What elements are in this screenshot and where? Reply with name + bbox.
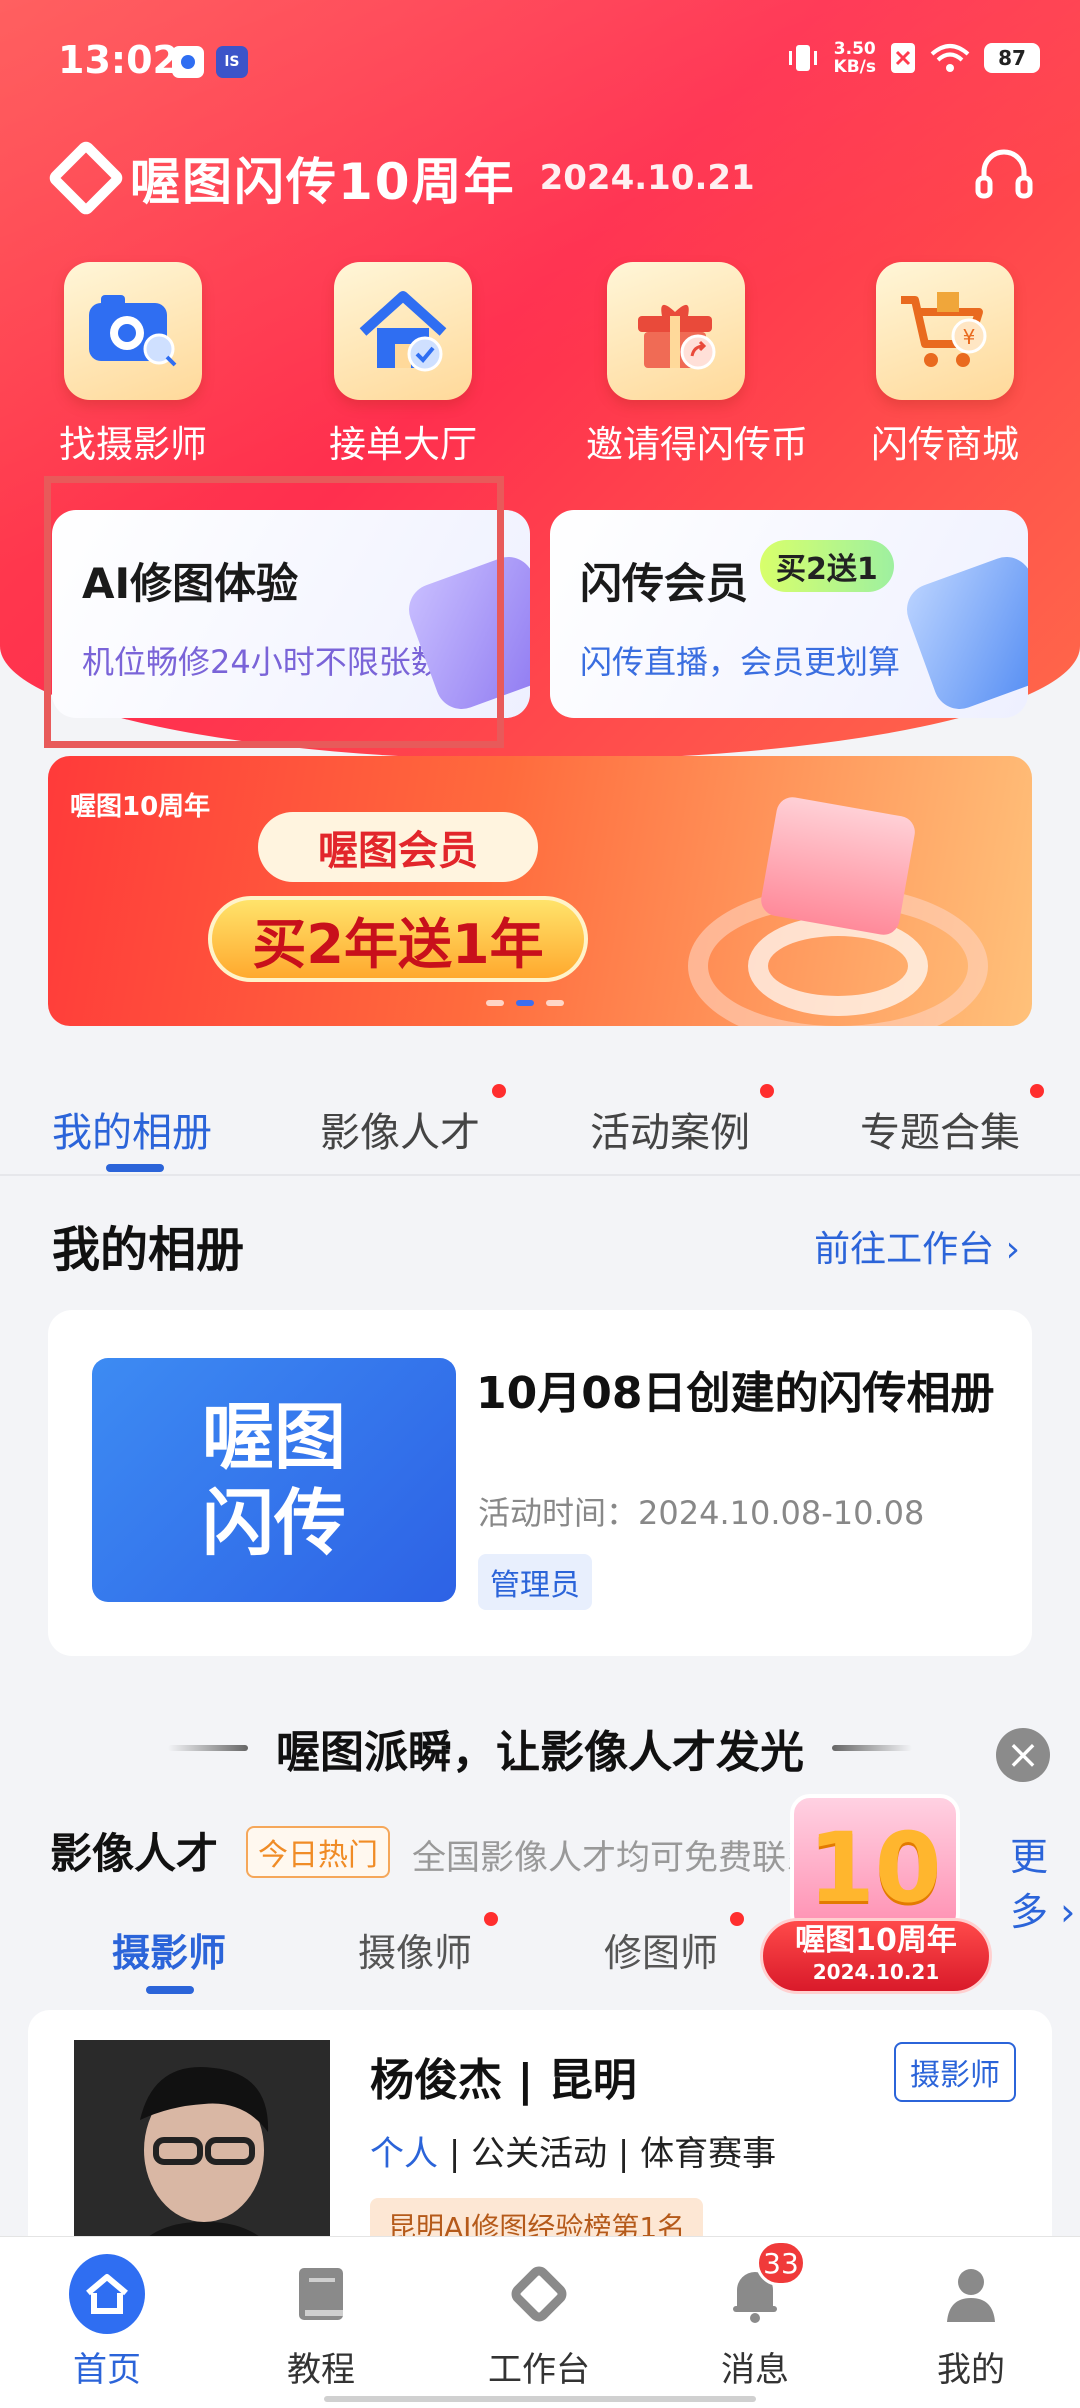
banner-brand: 喔图10周年	[70, 792, 211, 822]
banner-offer: 买2年送1年	[208, 896, 588, 982]
network-speed: 3.50 KB/s	[833, 39, 876, 77]
gift-number: 10	[808, 1812, 942, 1924]
promo-banner[interactable]: 喔图10周年 喔图会员 买2年送1年	[48, 756, 1032, 1026]
unread-dot	[484, 1912, 498, 1926]
app-notification-icon	[172, 46, 204, 78]
talent-name: 杨俊杰 | 昆明	[370, 2055, 637, 2106]
quick-action-find-photographer[interactable]: 找摄影师	[58, 262, 208, 468]
status-time: 13:02	[58, 38, 179, 82]
unread-dot	[492, 1084, 506, 1098]
brand-logo-icon	[46, 138, 126, 218]
quick-action-invite[interactable]: 邀请得闪传币	[586, 262, 808, 468]
home-indicator	[324, 2396, 756, 2402]
camera-search-icon	[64, 262, 202, 400]
album-thumbnail: 喔图 闪传	[92, 1358, 456, 1602]
nav-tutorial[interactable]: 教程	[246, 2256, 396, 2391]
vibrate-icon	[788, 45, 817, 71]
banner-decoration	[748, 916, 928, 1016]
message-count-badge: 33	[756, 2240, 806, 2286]
shopping-cart-icon: ¥	[876, 262, 1014, 400]
app-notification-icon-2: lS	[216, 46, 248, 78]
workbench-icon	[501, 2256, 577, 2332]
status-right-group: 3.50 KB/s 87	[786, 40, 1040, 76]
tab-talent[interactable]: 影像人才	[320, 1100, 480, 1158]
svg-text:¥: ¥	[963, 325, 976, 349]
highlight-box	[44, 476, 504, 748]
quick-action-label: 找摄影师	[59, 423, 207, 466]
slogan-row: 喔图派瞬，让影像人才发光	[0, 1716, 1080, 1780]
brand-row: 喔图闪传10周年 2024.10.21	[46, 138, 755, 218]
unread-dot	[760, 1084, 774, 1098]
crown-icon	[758, 794, 918, 938]
nav-messages[interactable]: 消息	[680, 2256, 830, 2391]
go-workbench-link[interactable]: 前往工作台 ›	[814, 1220, 1020, 1272]
quick-action-label: 闪传商城	[871, 423, 1019, 466]
brand-title: 喔图闪传10周年	[130, 153, 516, 211]
talent-more-link[interactable]: 更多 ›	[1010, 1826, 1080, 1936]
profile-icon	[933, 2256, 1009, 2332]
tab-underline	[106, 1164, 164, 1172]
nav-home[interactable]: 首页	[32, 2254, 182, 2391]
home-icon	[69, 2254, 145, 2334]
nav-profile[interactable]: 我的	[896, 2256, 1046, 2391]
subtab-retoucher[interactable]: 修图师	[604, 1922, 718, 1977]
anniversary-float-button[interactable]: 10 喔图10周年 2024.10.21	[760, 1782, 992, 1994]
talent-title: 影像人才	[50, 1829, 219, 1878]
tab-my-albums[interactable]: 我的相册	[52, 1100, 212, 1158]
quick-action-label: 接单大厅	[329, 423, 477, 466]
battery-indicator: 87	[984, 43, 1040, 73]
unread-dot	[1030, 1084, 1044, 1098]
promo-badge: 买2送1	[760, 540, 894, 592]
album-time: 活动时间：2024.10.08-10.08	[478, 1494, 925, 1532]
banner-pagination	[486, 1000, 564, 1006]
unread-dot	[730, 1912, 744, 1926]
quick-action-order-hall[interactable]: 接单大厅	[328, 262, 478, 468]
close-float-icon[interactable]: ×	[996, 1728, 1050, 1782]
hot-tag: 今日热门	[246, 1826, 390, 1878]
talent-meta: 个人 | 公关活动 | 体育赛事	[370, 2134, 777, 2174]
slogan-text: 喔图派瞬，让影像人才发光	[276, 1727, 804, 1778]
sim-off-icon	[891, 43, 915, 73]
quick-action-shop[interactable]: ¥ 闪传商城	[870, 262, 1020, 468]
role-badge: 管理员	[478, 1554, 592, 1610]
talent-role-tag: 摄影师	[894, 2042, 1016, 2102]
quick-action-label: 邀请得闪传币	[586, 423, 808, 466]
gift-banner: 喔图10周年 2024.10.21	[760, 1918, 992, 1994]
brand-date: 2024.10.21	[539, 158, 755, 198]
subtab-videographer[interactable]: 摄像师	[358, 1922, 472, 1977]
customer-service-headset-icon[interactable]	[968, 140, 1040, 212]
nav-workbench[interactable]: 工作台	[464, 2256, 614, 2391]
wifi-icon	[930, 44, 970, 72]
subtab-photographer[interactable]: 摄影师	[112, 1922, 226, 1977]
tab-cases[interactable]: 活动案例	[590, 1100, 750, 1158]
status-bar: 13:02 lS 3.50 KB/s 87	[0, 0, 1080, 120]
gift-share-icon	[607, 262, 745, 400]
section-title: 我的相册	[52, 1222, 245, 1278]
promo-card-membership[interactable]: 闪传会员 买2送1 闪传直播，会员更划算	[550, 510, 1028, 718]
tab-collections[interactable]: 专题合集	[860, 1100, 1020, 1158]
book-icon	[283, 2256, 359, 2332]
house-check-icon	[334, 262, 472, 400]
banner-title: 喔图会员	[258, 812, 538, 882]
subtab-underline	[146, 1986, 194, 1994]
album-title: 10月08日创建的闪传相册	[476, 1368, 995, 1419]
